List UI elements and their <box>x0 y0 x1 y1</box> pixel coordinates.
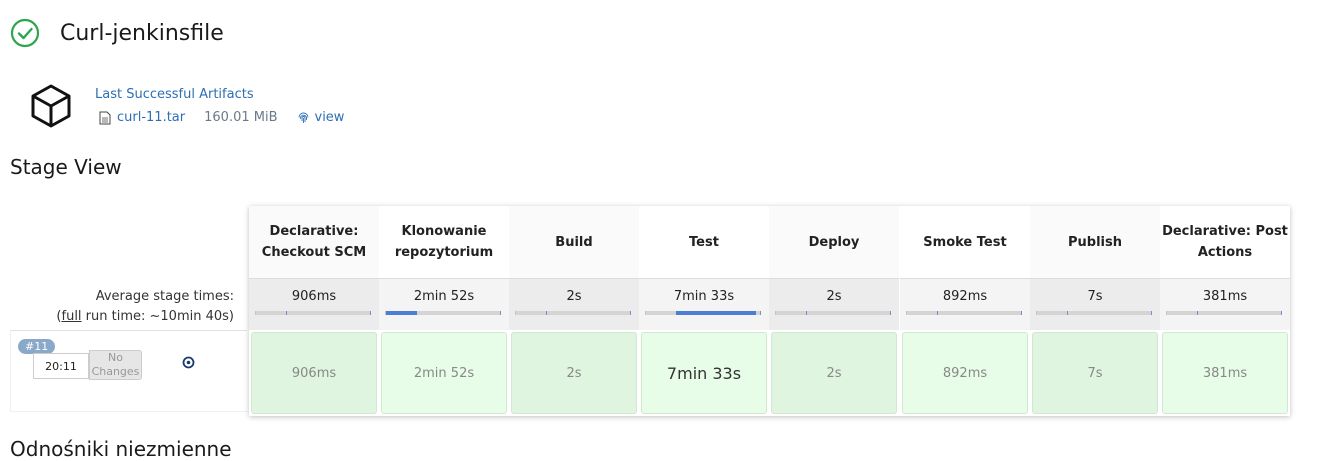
permalinks-heading: Odnośniki niezmienne <box>10 437 232 461</box>
stage-average: 892ms <box>900 278 1030 330</box>
package-icon <box>31 84 71 128</box>
stage-result-cell[interactable]: 2s <box>511 332 637 414</box>
stage-progress-fill <box>286 311 287 315</box>
stage-column: Build 2s 2s <box>509 206 639 416</box>
stage-average: 2s <box>769 278 899 330</box>
stage-column: Smoke Test 892ms 892ms <box>900 206 1030 416</box>
full-run-time-text: (full run time: ~10min 40s) <box>56 307 234 327</box>
stage-progress-fill <box>676 311 756 315</box>
stage-progress-fill <box>1197 311 1198 315</box>
stage-progress-bar <box>1166 311 1282 315</box>
stage-header: Klonowanie repozytorium <box>379 206 509 278</box>
stage-result-cell[interactable]: 892ms <box>902 332 1028 414</box>
stage-average-time: 892ms <box>942 289 988 304</box>
stage-average-time: 381ms <box>1202 289 1248 304</box>
stage-header: Publish <box>1030 206 1160 278</box>
build-row-label[interactable]: #11 20:11 No Changes <box>10 330 247 412</box>
stage-progress-bar <box>385 311 501 315</box>
stage-header: Declarative: Post Actions <box>1160 206 1290 278</box>
stage-column: Klonowanie repozytorium 2min 52s 2min 52s <box>379 206 509 416</box>
stage-column: Publish 7s 7s <box>1030 206 1160 416</box>
stage-progress-bar <box>645 311 761 315</box>
stage-average: 381ms <box>1160 278 1290 330</box>
stage-column: Deploy 2s 2s <box>769 206 899 416</box>
build-time: 20:11 <box>33 353 89 379</box>
last-successful-artifacts-link[interactable]: Last Successful Artifacts <box>95 87 254 102</box>
stage-result-cell[interactable]: 2s <box>771 332 897 414</box>
stage-progress-fill <box>546 311 547 315</box>
build-changes[interactable]: No Changes <box>89 350 142 380</box>
stage-average: 2s <box>509 278 639 330</box>
stage-header: Build <box>509 206 639 278</box>
stage-view-heading: Stage View <box>10 155 122 179</box>
artifact-row: curl-11.tar 160.01 MiB view <box>99 110 344 125</box>
stage-column: Test 7min 33s 7min 33s <box>639 206 769 416</box>
stage-progress-bar <box>1036 311 1152 315</box>
view-label: view <box>314 110 345 125</box>
average-stage-times-label: Average stage times: (full run time: ~10… <box>56 287 234 327</box>
stage-progress-bar <box>255 311 371 315</box>
full-run-rest: run time: ~10min 40s) <box>81 309 234 324</box>
stage-column: Declarative: Checkout SCM 906ms 906ms <box>249 206 379 416</box>
stage-progress-bar <box>515 311 631 315</box>
artifact-view-link[interactable]: view <box>297 110 345 125</box>
stage-average-time: 7min 33s <box>673 289 735 304</box>
check-circle-icon <box>10 18 40 48</box>
average-label-text: Average stage times: <box>95 289 234 304</box>
page-title: Curl-jenkinsfile <box>60 20 224 46</box>
stage-header: Declarative: Checkout SCM <box>249 206 379 278</box>
stage-result-cell[interactable]: 7min 33s <box>641 332 767 414</box>
full-run-link[interactable]: full <box>62 309 82 324</box>
stage-header: Deploy <box>769 206 899 278</box>
build-number-badge[interactable]: #11 <box>18 339 56 354</box>
stage-average: 7min 33s <box>639 278 769 330</box>
stage-average: 906ms <box>249 278 379 330</box>
stage-average: 7s <box>1030 278 1160 330</box>
stage-progress-bar <box>775 311 891 315</box>
stage-column: Declarative: Post Actions 381ms 381ms <box>1160 206 1290 416</box>
job-header: Curl-jenkinsfile <box>10 18 224 48</box>
console-output-icon[interactable] <box>182 356 195 369</box>
artifact-file-link[interactable]: curl-11.tar <box>117 110 185 125</box>
stage-average-time: 2s <box>826 289 842 304</box>
stage-header: Test <box>639 206 769 278</box>
stage-header: Smoke Test <box>900 206 1030 278</box>
stage-result-cell[interactable]: 7s <box>1032 332 1158 414</box>
stage-grid: Declarative: Checkout SCM 906ms 906ms Klono… <box>249 206 1290 416</box>
stage-average-time: 906ms <box>291 289 337 304</box>
stage-result-cell[interactable]: 906ms <box>251 332 377 414</box>
stage-average: 2min 52s <box>379 278 509 330</box>
file-icon <box>99 111 111 124</box>
stage-average-time: 2min 52s <box>413 289 475 304</box>
stage-progress-fill <box>386 311 417 315</box>
stage-progress-fill <box>1067 311 1068 315</box>
stage-progress-bar <box>906 311 1022 315</box>
artifact-file-size: 160.01 MiB <box>204 110 278 125</box>
fingerprint-icon <box>298 112 308 123</box>
stage-result-cell[interactable]: 2min 52s <box>381 332 507 414</box>
stage-progress-fill <box>937 311 938 315</box>
stage-average-time: 7s <box>1087 289 1103 304</box>
stage-progress-fill <box>806 311 807 315</box>
stage-result-cell[interactable]: 381ms <box>1162 332 1288 414</box>
stage-average-time: 2s <box>566 289 582 304</box>
